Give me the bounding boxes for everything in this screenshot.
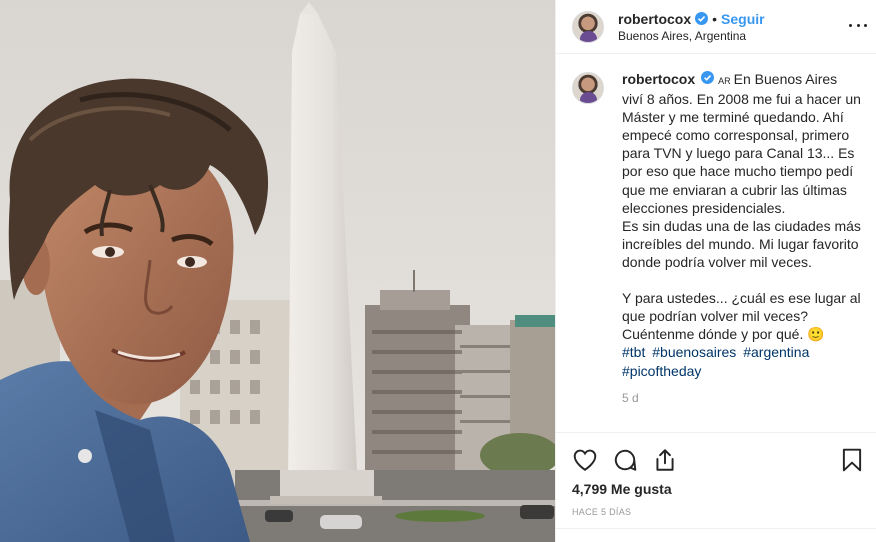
separator-dot: • xyxy=(712,10,718,27)
post-timestamp[interactable]: HACE 5 DÍAS xyxy=(556,507,876,517)
hashtag-link[interactable]: #buenosaires xyxy=(652,344,736,360)
comment-icon[interactable] xyxy=(612,447,638,473)
location-link[interactable]: Buenos Aires, Argentina xyxy=(618,29,765,43)
heart-icon[interactable] xyxy=(572,447,598,473)
caption-verified-badge-icon xyxy=(701,71,715,84)
hashtag-link[interactable]: #tbt xyxy=(622,344,645,360)
post-header: robertocox • Seguir Buenos Aires, Argent… xyxy=(556,0,876,54)
actions-section: 4,799 Me gusta HACE 5 DÍAS xyxy=(556,432,876,542)
caption-text: En Buenos Aires viví 8 años. En 2008 me … xyxy=(622,71,861,343)
header-row: robertocox • Seguir xyxy=(618,11,765,27)
hashtag-link[interactable]: #argentina xyxy=(743,344,809,360)
bookmark-icon[interactable] xyxy=(839,447,865,473)
post-sidebar: robertocox • Seguir Buenos Aires, Argent… xyxy=(555,0,876,542)
follow-button[interactable]: Seguir xyxy=(721,11,765,27)
action-bar xyxy=(556,433,876,475)
comment-age[interactable]: 5 d xyxy=(622,389,861,407)
photo-illustration xyxy=(0,0,555,542)
comments-section: robertocox AR En Buenos Aires viví 8 años.… xyxy=(556,70,876,407)
hashtag-link[interactable]: #picoftheday xyxy=(622,363,701,379)
post-photo[interactable] xyxy=(0,0,555,542)
country-code: AR xyxy=(718,76,731,86)
username-link[interactable]: robertocox xyxy=(618,11,691,27)
likes-count[interactable]: 4,799 Me gusta xyxy=(556,481,876,497)
more-options-icon[interactable] xyxy=(849,16,867,34)
instagram-post: robertocox • Seguir Buenos Aires, Argent… xyxy=(0,0,876,542)
verified-badge-icon xyxy=(695,12,709,25)
caption-body: robertocox AR En Buenos Aires viví 8 años.… xyxy=(622,70,861,407)
header-text: robertocox • Seguir Buenos Aires, Argent… xyxy=(618,11,765,43)
avatar[interactable] xyxy=(572,10,604,43)
hashtag-list: #tbt #buenosaires #argentina #picoftheda… xyxy=(622,343,861,379)
share-icon[interactable] xyxy=(652,447,678,473)
add-comment-area[interactable] xyxy=(556,528,876,542)
caption-avatar[interactable] xyxy=(572,72,604,104)
caption-comment: robertocox AR En Buenos Aires viví 8 años.… xyxy=(572,70,861,407)
caption-username-link[interactable]: robertocox xyxy=(622,71,695,87)
